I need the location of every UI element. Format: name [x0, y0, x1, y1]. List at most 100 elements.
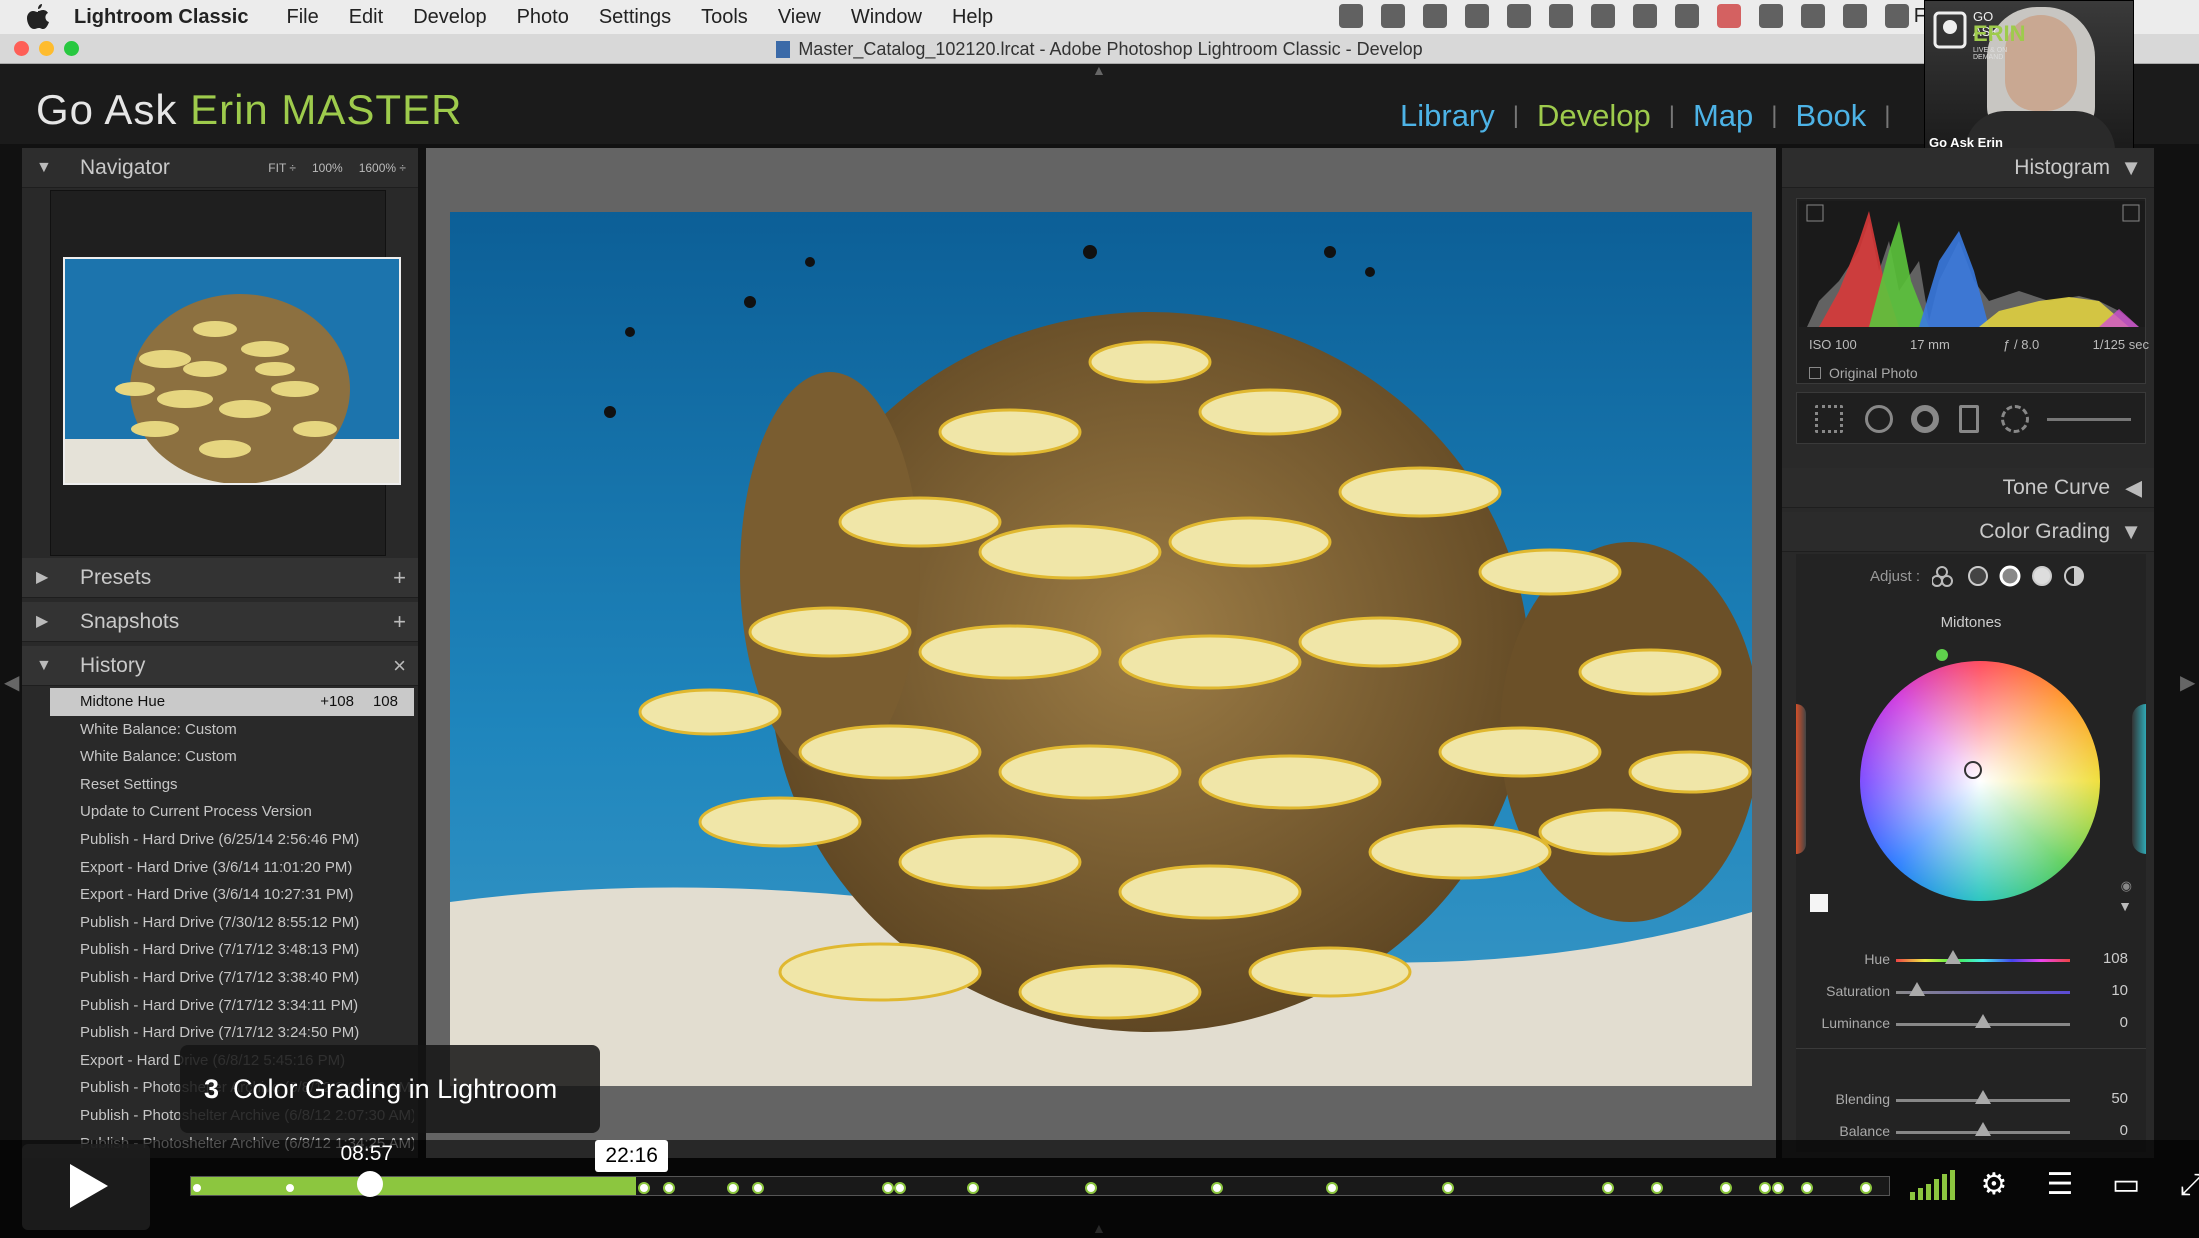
midtones-view-icon[interactable] — [1999, 565, 2021, 587]
brush-slider[interactable] — [2047, 418, 2131, 421]
chapter-marker[interactable] — [191, 1182, 203, 1194]
menu-develop[interactable]: Develop — [413, 6, 486, 29]
status-icon[interactable] — [1591, 4, 1615, 28]
color-grading-header[interactable]: Color Grading ▼ — [1782, 512, 2154, 552]
chapter-marker[interactable] — [663, 1182, 676, 1194]
snapshots-header[interactable]: ▶ Snapshots + — [22, 602, 418, 642]
chapter-marker[interactable] — [1758, 1182, 1771, 1194]
volume-bars-icon[interactable] — [1910, 1170, 1955, 1200]
airplay-icon[interactable] — [1759, 4, 1783, 28]
expand-triangle-icon[interactable]: ▶ — [36, 558, 48, 598]
chapter-marker[interactable] — [1325, 1182, 1338, 1194]
chapter-marker[interactable] — [637, 1182, 650, 1194]
zoom-1600[interactable]: 1600% ÷ — [359, 148, 406, 188]
left-panel-toggle-icon[interactable]: ◀ — [4, 670, 19, 695]
highlights-wheel-peek[interactable] — [2132, 704, 2146, 854]
menu-photo[interactable]: Photo — [517, 6, 569, 29]
dropdown-triangle-icon[interactable]: ▼ — [2118, 898, 2132, 914]
top-panel-toggle-icon[interactable]: ▲ — [1092, 62, 1106, 78]
history-item[interactable]: Publish - Hard Drive (7/17/12 3:48:13 PM… — [50, 936, 414, 964]
shadows-view-icon[interactable] — [1968, 566, 1988, 586]
volume-icon[interactable] — [1885, 4, 1909, 28]
chapters-list-icon[interactable]: ☰ — [2042, 1170, 2078, 1200]
minimize-window-button[interactable] — [39, 41, 54, 56]
wifi-icon[interactable] — [1843, 4, 1867, 28]
tone-curve-header[interactable]: Tone Curve ◀ — [1782, 468, 2154, 508]
chapter-marker[interactable] — [1720, 1182, 1733, 1194]
menu-app-name[interactable]: Lightroom Classic — [74, 6, 248, 29]
playhead[interactable] — [356, 1171, 383, 1197]
history-item[interactable]: Publish - Hard Drive (6/25/14 2:56:46 PM… — [50, 826, 414, 854]
expand-triangle-icon[interactable]: ◀ — [2125, 468, 2142, 508]
crop-icon[interactable] — [1815, 405, 1843, 433]
eye-icon[interactable]: ◉ — [2121, 878, 2132, 894]
video-progress-bar[interactable] — [190, 1171, 1890, 1197]
original-photo-checkbox[interactable]: Original Photo — [1809, 365, 1918, 381]
three-way-view-icon[interactable] — [1932, 566, 1953, 587]
status-icon[interactable] — [1339, 4, 1363, 28]
chapter-marker[interactable] — [1651, 1182, 1664, 1194]
menu-help[interactable]: Help — [952, 6, 993, 29]
history-item[interactable]: Export - Hard Drive (3/6/14 11:01:20 PM) — [50, 854, 414, 882]
play-button[interactable] — [22, 1144, 150, 1230]
fullscreen-icon[interactable]: ⤢ — [2174, 1170, 2199, 1200]
chapter-marker[interactable] — [966, 1182, 979, 1194]
graduated-filter-icon[interactable] — [1959, 405, 1979, 433]
presets-header[interactable]: ▶ Presets + — [22, 558, 418, 598]
blending-slider[interactable]: Blending 50 — [1796, 1088, 2146, 1112]
color-swatch[interactable] — [1810, 894, 1828, 912]
apple-icon[interactable] — [24, 3, 52, 31]
zoom-window-button[interactable] — [64, 41, 79, 56]
record-icon[interactable] — [1717, 4, 1741, 28]
chapter-marker[interactable] — [727, 1182, 740, 1194]
chapter-marker[interactable] — [1442, 1182, 1454, 1194]
chapter-marker[interactable] — [882, 1182, 895, 1194]
history-item[interactable]: Reset Settings — [50, 771, 414, 799]
close-window-button[interactable] — [14, 41, 29, 56]
menu-edit[interactable]: Edit — [349, 6, 383, 29]
wheel-handle[interactable] — [1964, 761, 1982, 779]
history-item[interactable]: Update to Current Process Version — [50, 798, 414, 826]
chapter-marker[interactable] — [1860, 1182, 1873, 1194]
module-book[interactable]: Book — [1796, 98, 1867, 134]
history-item[interactable]: Midtone Hue +108 108 — [50, 688, 414, 716]
history-item[interactable]: Export - Hard Drive (3/6/14 10:27:31 PM) — [50, 881, 414, 909]
collapse-triangle-icon[interactable]: ▼ — [2120, 512, 2142, 552]
red-eye-icon[interactable] — [1911, 405, 1939, 433]
expand-triangle-icon[interactable]: ▶ — [36, 602, 48, 642]
right-panel-toggle-icon[interactable]: ▶ — [2180, 670, 2195, 695]
history-item[interactable]: White Balance: Custom — [50, 743, 414, 771]
luminance-slider[interactable]: Luminance 0 — [1796, 1012, 2146, 1036]
add-snapshot-button[interactable]: + — [393, 602, 406, 642]
chapter-marker[interactable] — [894, 1182, 907, 1194]
module-library[interactable]: Library — [1400, 98, 1495, 134]
menu-settings[interactable]: Settings — [599, 6, 671, 29]
histogram-header[interactable]: Histogram ▼ — [1782, 148, 2154, 188]
module-map[interactable]: Map — [1693, 98, 1753, 134]
collapse-triangle-icon[interactable]: ▼ — [36, 148, 52, 188]
airplay-icon[interactable]: ▭ — [2108, 1170, 2144, 1200]
collapse-triangle-icon[interactable]: ▼ — [2120, 148, 2142, 188]
chapter-marker[interactable] — [1772, 1182, 1785, 1194]
menu-window[interactable]: Window — [851, 6, 922, 29]
status-icon[interactable] — [1675, 4, 1699, 28]
history-header[interactable]: ▼ History × — [22, 646, 418, 686]
global-view-icon[interactable] — [2064, 566, 2084, 586]
status-icon[interactable] — [1507, 4, 1531, 28]
history-item[interactable]: Publish - Hard Drive (7/17/12 3:24:50 PM… — [50, 1019, 414, 1047]
clear-history-button[interactable]: × — [393, 646, 406, 686]
spot-removal-icon[interactable] — [1865, 405, 1893, 433]
chapter-marker[interactable] — [1801, 1182, 1814, 1194]
navigator-thumbnail[interactable] — [63, 257, 401, 485]
status-icon[interactable] — [1633, 4, 1657, 28]
chapter-marker[interactable] — [1211, 1182, 1224, 1194]
zoom-100[interactable]: 100% — [312, 148, 343, 188]
history-item[interactable]: Publish - Hard Drive (7/30/12 8:55:12 PM… — [50, 909, 414, 937]
hue-indicator-dot[interactable] — [1936, 649, 1948, 661]
hue-slider[interactable]: Hue 108 — [1796, 948, 2146, 972]
chapter-marker[interactable] — [752, 1182, 765, 1194]
dropbox-icon[interactable] — [1381, 4, 1405, 28]
chapter-marker[interactable] — [1084, 1182, 1097, 1194]
menu-file[interactable]: File — [286, 6, 318, 29]
highlights-view-icon[interactable] — [2032, 566, 2052, 586]
